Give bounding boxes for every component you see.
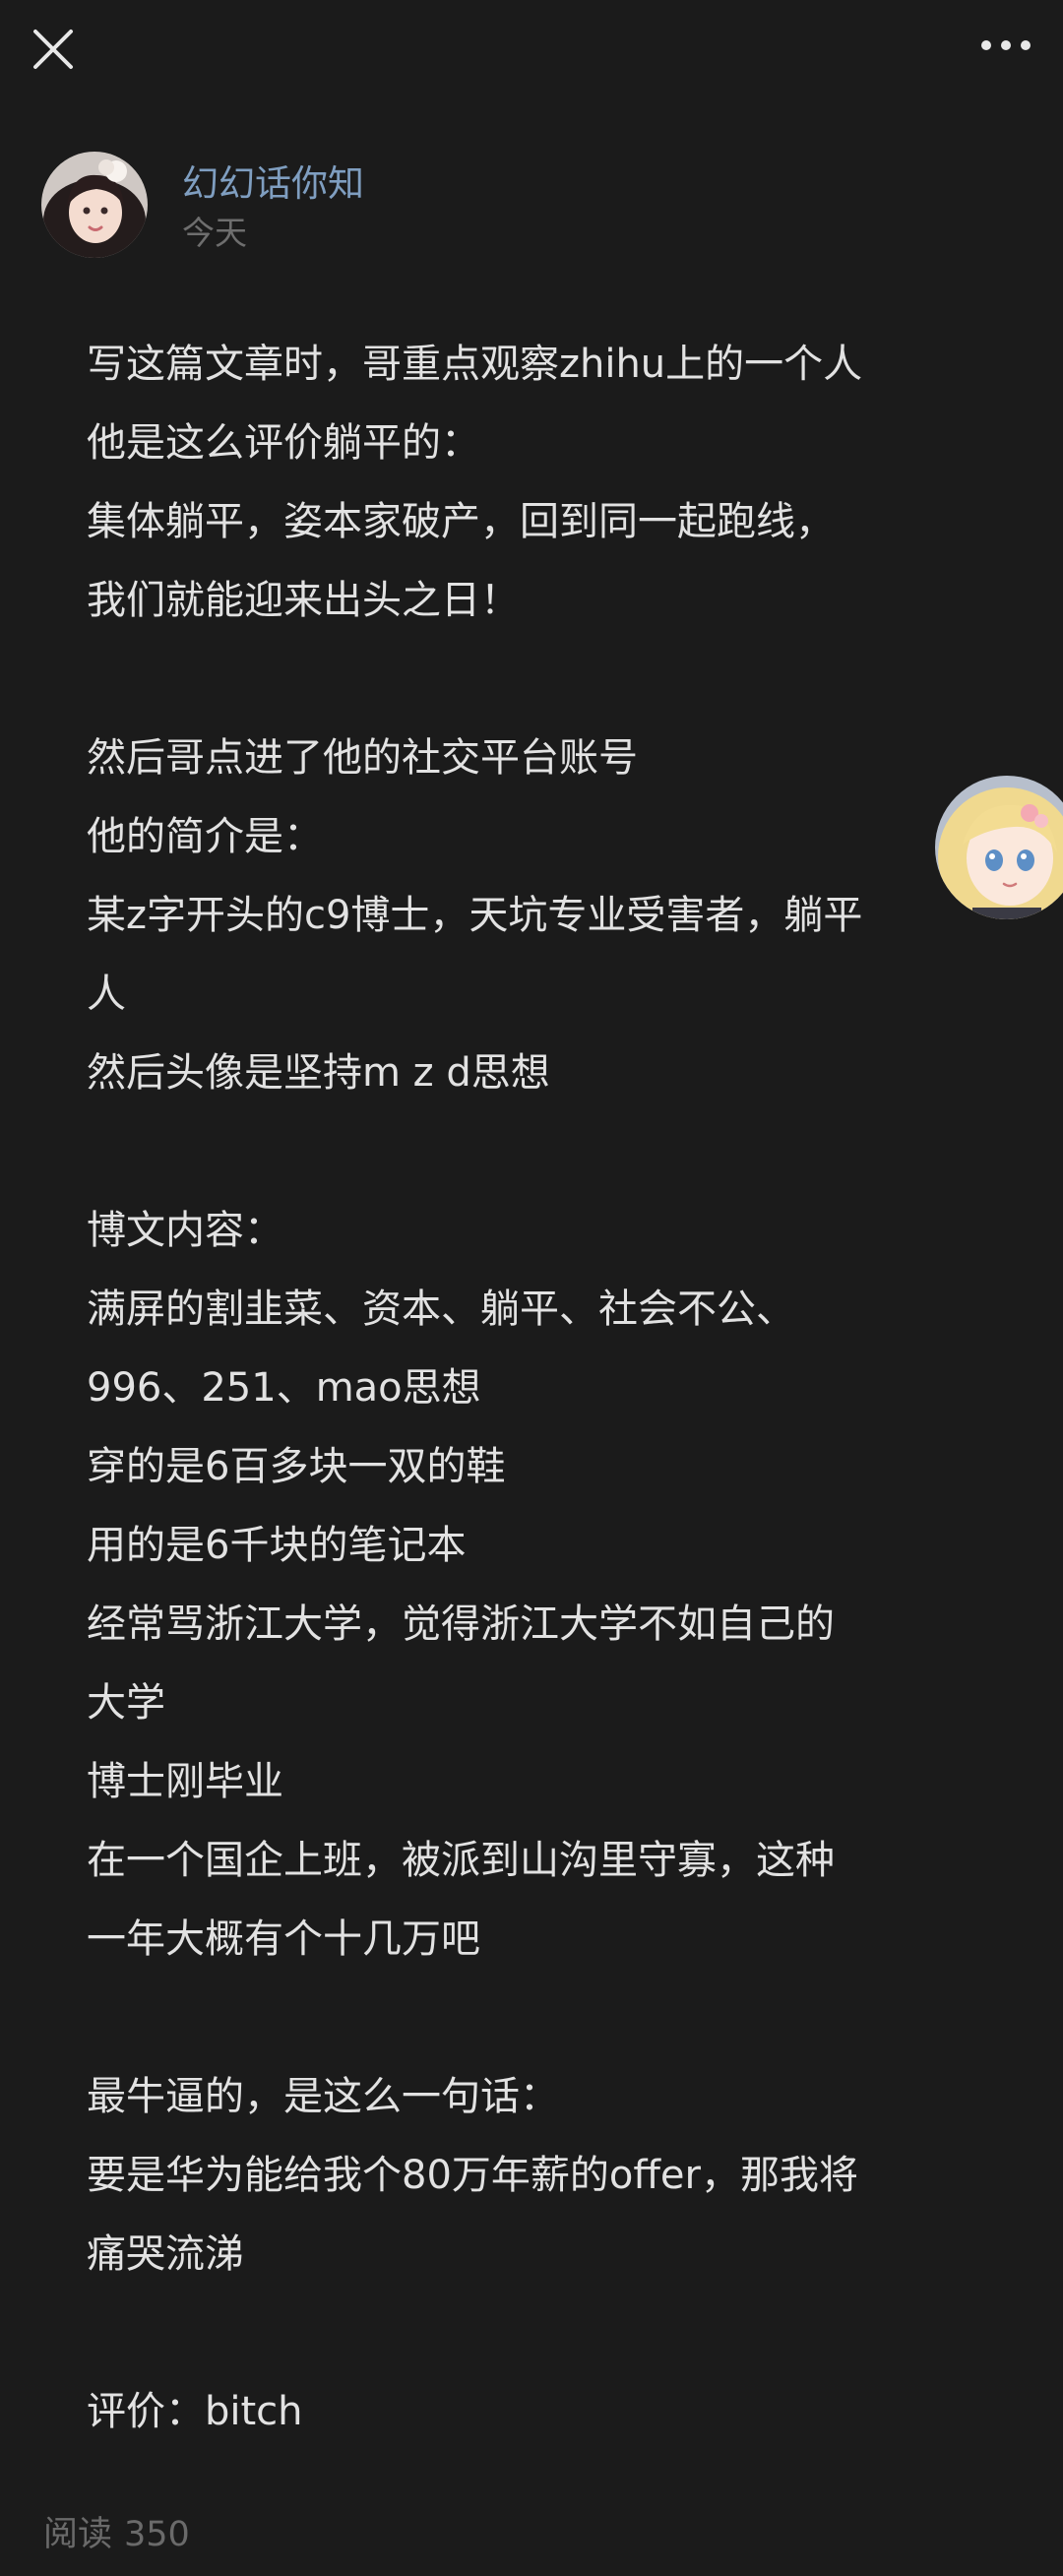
article-blank-line: [87, 640, 972, 719]
article-line: 最牛逼的，是这么一句话：: [87, 2074, 559, 2119]
read-label: 阅读: [43, 2515, 113, 2554]
article-line: 大学: [87, 1680, 165, 1726]
article-blank-line: [87, 1112, 972, 1191]
post-time: 今天: [182, 214, 247, 252]
article-line: 要是华为能给我个80万年薪的offer，那我将: [87, 2153, 858, 2198]
article-line: 然后头像是坚持m z d思想: [87, 1050, 550, 1096]
top-bar: [0, 0, 1063, 91]
article-body: 写这篇文章时，哥重点观察zhihu上的一个人 他是这么评价躺平的： 集体躺平，姿…: [87, 325, 972, 2451]
article-line: 写这篇文章时，哥重点观察zhihu上的一个人: [87, 342, 863, 387]
article-line: 某z字开头的c9博士，天坑专业受害者，躺平: [87, 893, 863, 938]
author-info: 幻幻话你知 今天: [41, 148, 927, 258]
article-line: 我们就能迎来出头之日！: [87, 578, 520, 623]
read-count: 阅读 350: [43, 2506, 190, 2556]
article-line: 评价：bitch: [87, 2389, 303, 2434]
article-line: 一年大概有个十几万吧: [87, 1916, 480, 1962]
article-line: 他的简介是：: [87, 814, 323, 859]
article-line: 满屏的割韭菜、资本、躺平、社会不公、: [87, 1287, 795, 1332]
article-line: 他是这么评价躺平的：: [87, 420, 480, 466]
article-line: 用的是6千块的笔记本: [87, 1523, 467, 1568]
article-line: 然后哥点进了他的社交平台账号: [87, 735, 638, 781]
article-line: 集体躺平，姿本家破产，回到同一起跑线，: [87, 499, 835, 544]
more-options-icon: [981, 40, 1031, 50]
author-name[interactable]: 幻幻话你知: [182, 154, 364, 207]
close-button[interactable]: [26, 22, 81, 77]
article-line: 经常骂浙江大学，觉得浙江大学不如自己的: [87, 1602, 835, 1647]
read-count-value: 350: [124, 2515, 190, 2554]
article-line: 穿的是6百多块一双的鞋: [87, 1444, 506, 1489]
article-blank-line: [87, 2293, 972, 2372]
article-line: 痛哭流涕: [87, 2231, 244, 2277]
article-line: 博文内容：: [87, 1208, 283, 1253]
article-line: 人: [87, 972, 126, 1017]
article-line: 996、251、mao思想: [87, 1365, 481, 1411]
close-icon: [33, 30, 73, 69]
article-line: 博士刚毕业: [87, 1759, 283, 1804]
article-line: 在一个国企上班，被派到山沟里守寡，这种: [87, 1838, 835, 1883]
article-blank-line: [87, 1979, 972, 2057]
more-options-button[interactable]: [974, 22, 1037, 69]
author-avatar[interactable]: [41, 152, 148, 258]
